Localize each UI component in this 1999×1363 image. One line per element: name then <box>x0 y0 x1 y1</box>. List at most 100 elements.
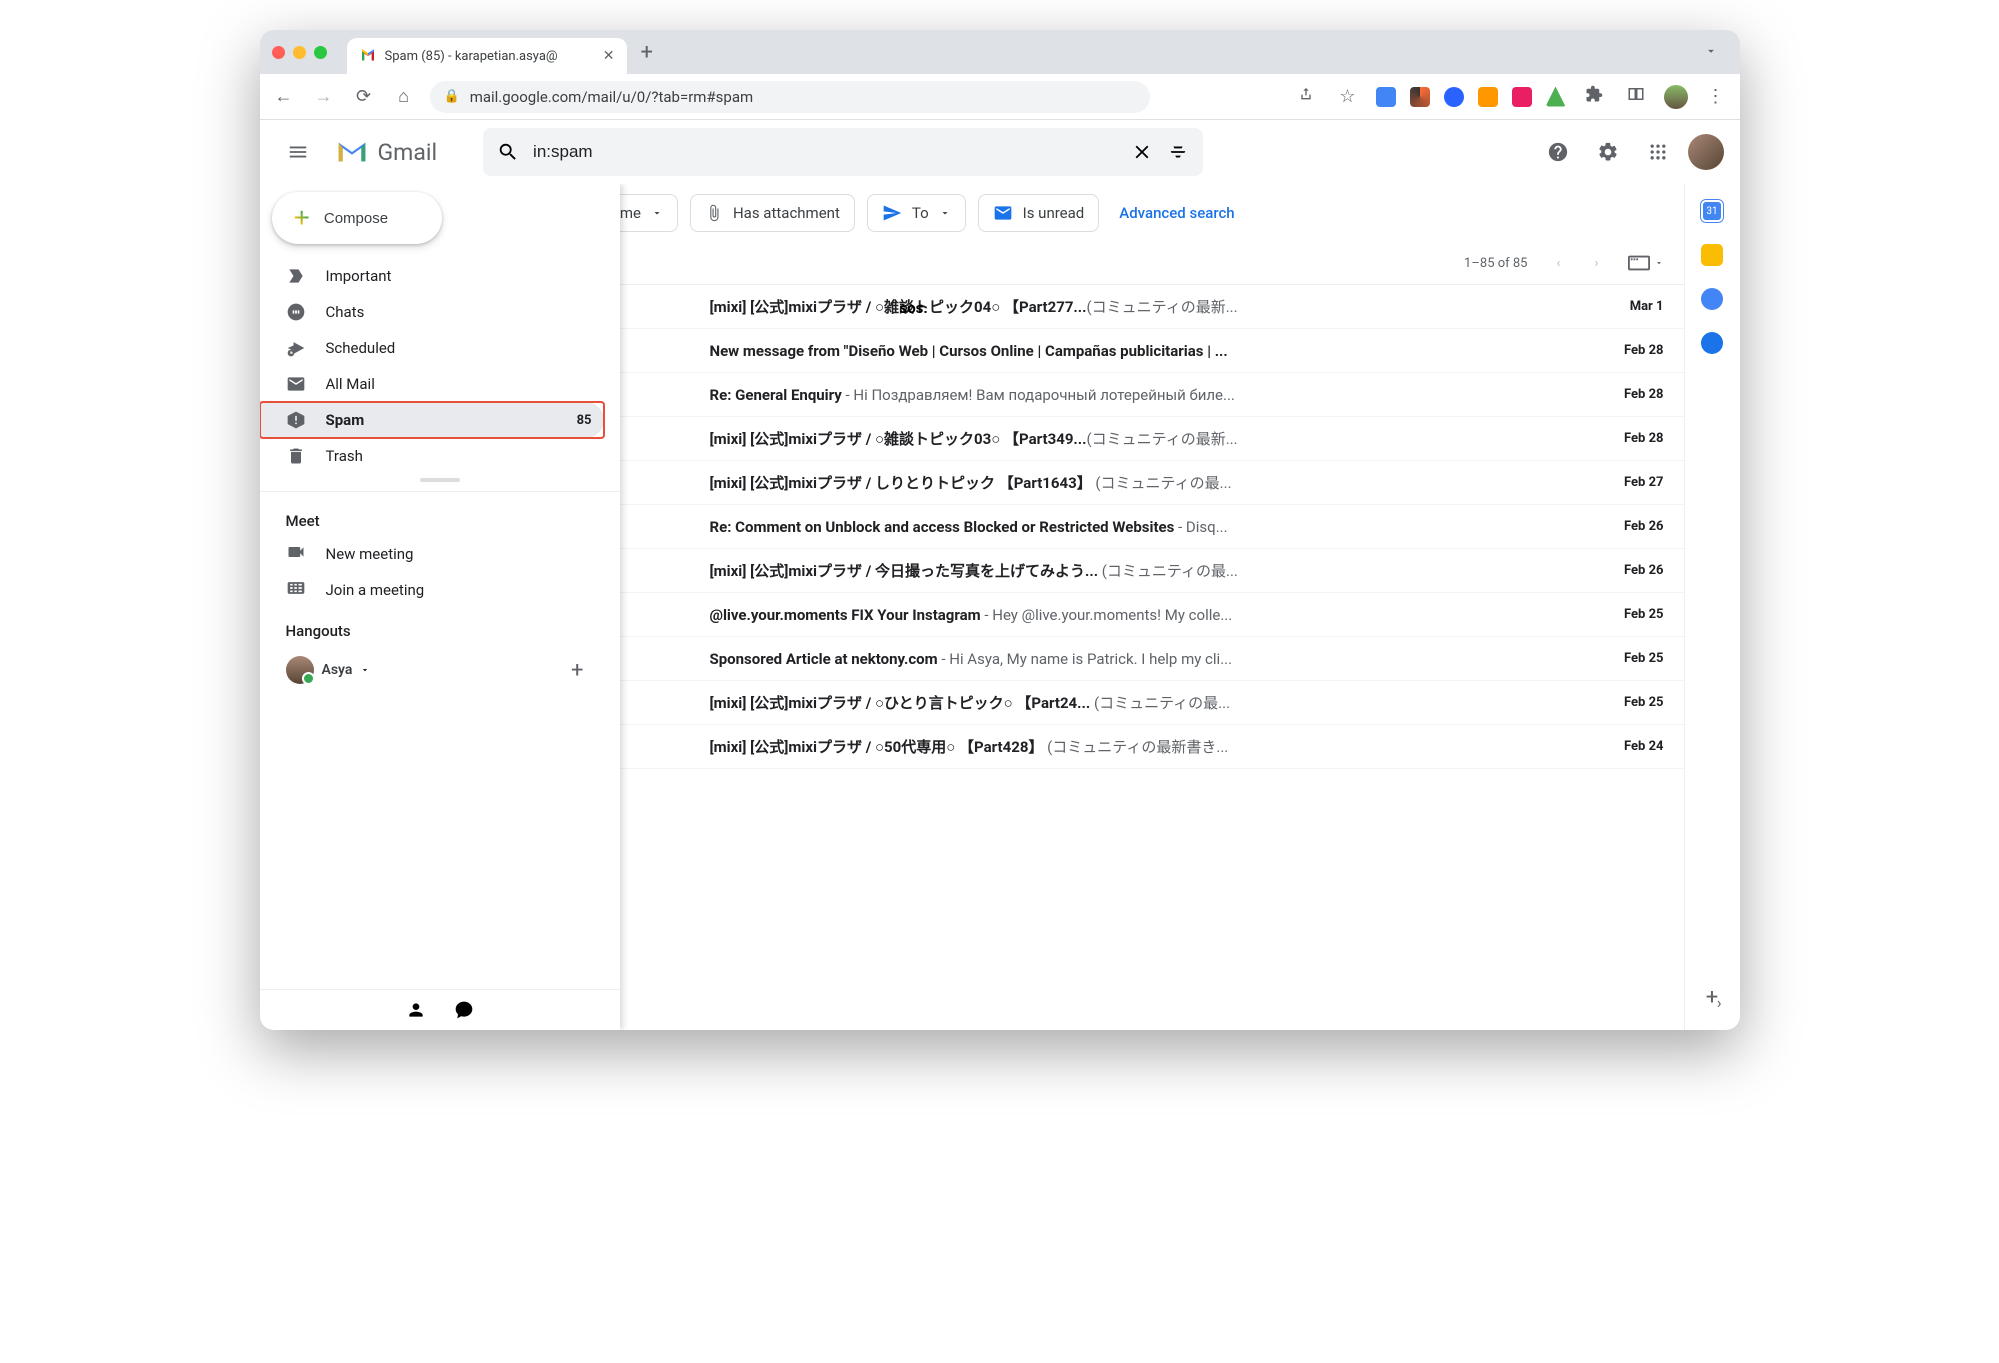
clear-search-button[interactable] <box>1131 141 1153 163</box>
sender-fragment: sos. <box>900 299 928 317</box>
message-date: Feb 25 <box>1604 651 1664 666</box>
reading-list-button[interactable] <box>1622 85 1650 108</box>
account-avatar-button[interactable] <box>1688 134 1724 170</box>
main-menu-button[interactable] <box>276 130 320 174</box>
plus-icon: + <box>294 202 310 234</box>
search-input[interactable] <box>533 142 1117 162</box>
new-tab-button[interactable]: + <box>641 40 653 65</box>
sidebar-item-spam[interactable]: Spam 85 <box>260 402 604 438</box>
hangouts-add-button[interactable]: + <box>571 658 583 683</box>
next-page-button[interactable]: › <box>1582 248 1612 278</box>
message-row[interactable]: Sponsored Article at nektony.com - Hi As… <box>570 637 1684 681</box>
meet-item-join-a-meeting[interactable]: Join a meeting <box>260 572 620 608</box>
close-window-button[interactable] <box>272 46 285 59</box>
apps-grid-icon <box>1648 142 1668 162</box>
tab-dropdown-button[interactable] <box>1704 43 1718 62</box>
extension-icon[interactable] <box>1546 87 1566 107</box>
hangouts-icon[interactable] <box>454 1000 474 1020</box>
message-row[interactable]: [mixi] [公式]mixiプラザ / ○雑談トピック03○ 【Part349… <box>570 417 1684 461</box>
support-button[interactable] <box>1538 132 1578 172</box>
sidebar-item-trash[interactable]: Trash <box>260 438 604 474</box>
sidebar-item-chats[interactable]: Chats <box>260 294 604 330</box>
user-avatar <box>286 656 314 684</box>
search-bar[interactable] <box>483 128 1203 176</box>
gmail-logo-icon <box>336 140 368 164</box>
compose-button[interactable]: + Compose <box>272 192 442 244</box>
message-row[interactable]: [mixi] [公式]mixiプラザ / 今日撮った写真を上げてみよう... (… <box>570 549 1684 593</box>
to-filter-chip[interactable]: To <box>867 194 966 232</box>
sidebar-item-scheduled[interactable]: Scheduled <box>260 330 604 366</box>
message-subject: Re: Comment on Unblock and access Blocke… <box>710 518 1588 536</box>
chip-label: Is unread <box>1023 204 1085 222</box>
search-icon <box>497 141 519 163</box>
gear-icon <box>1597 141 1619 163</box>
close-tab-button[interactable]: ✕ <box>603 48 615 64</box>
url-input[interactable]: 🔒 mail.google.com/mail/u/0/?tab=rm#spam <box>430 81 1150 113</box>
calendar-button[interactable] <box>1701 200 1723 222</box>
folder-label: Trash <box>326 447 572 465</box>
message-row[interactable]: New message from "Diseño Web | Cursos On… <box>570 329 1684 373</box>
message-row[interactable]: Re: Comment on Unblock and access Blocke… <box>570 505 1684 549</box>
message-row[interactable]: [mixi] [公式]mixiプラザ / ○50代専用○ 【Part428】 (… <box>570 725 1684 769</box>
chevron-down-icon <box>939 207 951 219</box>
expand-side-panel-button[interactable]: › <box>1717 993 1722 1012</box>
tab-title: Spam (85) - karapetian.asya@ <box>385 49 595 64</box>
input-tools-button[interactable] <box>1628 255 1664 271</box>
attachment-filter-chip[interactable]: Has attachment <box>690 194 855 232</box>
reload-button[interactable]: ⟳ <box>350 86 378 107</box>
share-button[interactable] <box>1292 86 1320 107</box>
list-header: 1–85 of 85 ‹ › <box>570 242 1684 284</box>
tasks-button[interactable] <box>1701 288 1723 310</box>
lock-icon: 🔒 <box>444 89 460 104</box>
bookmark-button[interactable]: ☆ <box>1334 86 1362 107</box>
forward-button[interactable]: → <box>310 86 338 107</box>
sidebar: + Compose Important Chats Scheduled All … <box>260 184 620 1030</box>
message-date: Feb 25 <box>1604 695 1664 710</box>
message-list: sos. [mixi] [公式]mixiプラザ / ○雑談トピック04○ 【Pa… <box>570 284 1684 769</box>
person-icon[interactable] <box>406 1000 426 1020</box>
message-row[interactable]: [mixi] [公式]mixiプラザ / しりとりトピック 【Part1643】… <box>570 461 1684 505</box>
message-row[interactable]: Re: General Enquiry - Hi Поздравляем! Ва… <box>570 373 1684 417</box>
contacts-button[interactable] <box>1701 332 1723 354</box>
prev-page-button[interactable]: ‹ <box>1544 248 1574 278</box>
gmail-logo[interactable]: Gmail <box>336 139 438 166</box>
unread-filter-chip[interactable]: Is unread <box>978 194 1100 232</box>
extension-icon[interactable] <box>1410 87 1430 107</box>
meet-item-new-meeting[interactable]: New meeting <box>260 536 620 572</box>
keep-button[interactable] <box>1701 244 1723 266</box>
sidebar-item-important[interactable]: Important <box>260 258 604 294</box>
extension-icon[interactable] <box>1478 87 1498 107</box>
sidebar-item-all-mail[interactable]: All Mail <box>260 366 604 402</box>
allmail-icon <box>286 374 306 394</box>
important-icon <box>286 266 306 286</box>
maximize-window-button[interactable] <box>314 46 327 59</box>
hangouts-user[interactable]: Asya + <box>260 646 620 694</box>
minimize-window-button[interactable] <box>293 46 306 59</box>
drag-handle[interactable] <box>420 478 460 482</box>
profile-avatar-button[interactable] <box>1664 85 1688 109</box>
message-date: Feb 26 <box>1604 563 1664 578</box>
extension-icon[interactable] <box>1444 87 1464 107</box>
pagination-range: 1–85 of 85 <box>1464 256 1527 271</box>
apps-button[interactable] <box>1638 132 1678 172</box>
search-options-button[interactable] <box>1167 141 1189 163</box>
message-row[interactable]: @live.your.moments FIX Your Instagram - … <box>570 593 1684 637</box>
browser-tab[interactable]: Spam (85) - karapetian.asya@ ✕ <box>347 38 627 74</box>
extension-icon[interactable] <box>1512 87 1532 107</box>
message-row[interactable]: [mixi] [公式]mixiプラザ / ○雑談トピック04○ 【Part277… <box>570 285 1684 329</box>
home-button[interactable]: ⌂ <box>390 86 418 107</box>
extensions-button[interactable] <box>1580 85 1608 108</box>
message-row[interactable]: [mixi] [公式]mixiプラザ / ○ひとり言トピック○ 【Part24.… <box>570 681 1684 725</box>
back-button[interactable]: ← <box>270 86 298 107</box>
settings-button[interactable] <box>1588 132 1628 172</box>
extension-icon[interactable] <box>1376 87 1396 107</box>
mail-icon <box>993 203 1013 223</box>
folder-count: 85 <box>577 413 592 428</box>
browser-menu-button[interactable]: ⋮ <box>1702 86 1730 107</box>
filter-chips: y time Has attachment To Is unread Advan… <box>570 184 1684 242</box>
message-date: Mar 1 <box>1604 299 1664 314</box>
message-date: Feb 26 <box>1604 519 1664 534</box>
advanced-search-link[interactable]: Advanced search <box>1119 204 1234 222</box>
chip-label: To <box>912 204 929 222</box>
keyboard-icon <box>286 578 306 602</box>
